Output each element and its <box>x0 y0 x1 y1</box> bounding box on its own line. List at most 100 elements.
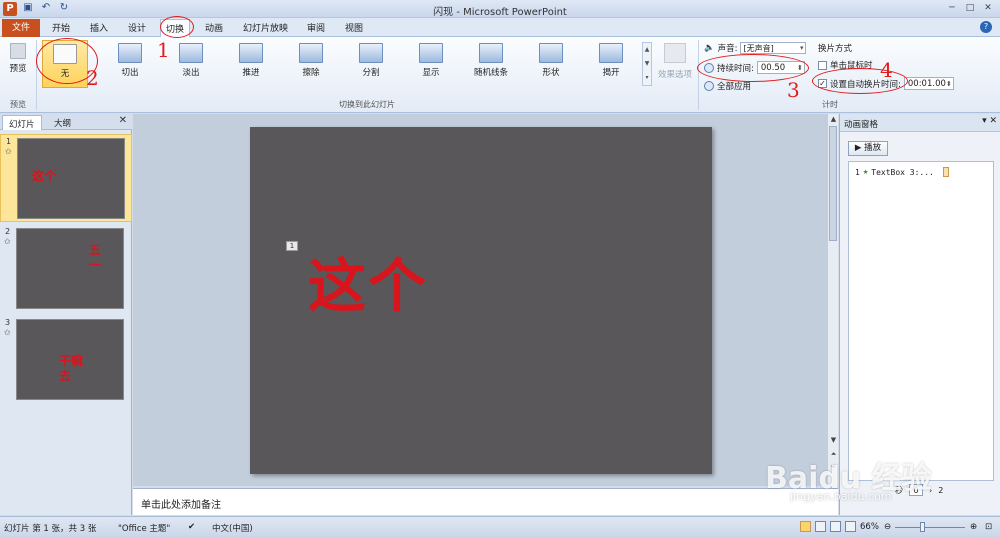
language[interactable]: 中文(中国) <box>212 522 253 534</box>
auto-after-input[interactable]: 00:01.00 <box>903 77 954 90</box>
transition-uncover-icon <box>599 43 623 63</box>
tab-design[interactable]: 设计 <box>128 21 146 34</box>
play-button[interactable]: ▶ 播放 <box>848 141 888 156</box>
zoom-out-icon[interactable]: ⊖ <box>884 522 891 532</box>
animation-list: 1 ★ TextBox 3:... <box>848 161 994 481</box>
annotation-circle-tab <box>160 16 194 38</box>
transition-split[interactable]: 分割 <box>348 40 394 88</box>
tab-view[interactable]: 视图 <box>345 21 363 34</box>
transition-star-icon: ✩ <box>5 147 12 156</box>
reading-view-icon[interactable] <box>830 521 841 532</box>
apply-all-icon <box>704 81 714 91</box>
tab-home[interactable]: 开始 <box>52 21 70 34</box>
notes-placeholder: 单击此处添加备注 <box>141 500 221 511</box>
sound-dropdown[interactable]: [无声音] <box>740 42 807 54</box>
transition-split-icon <box>359 43 383 63</box>
spellcheck-icon[interactable]: ✔ <box>188 522 195 532</box>
preview-icon <box>10 43 26 59</box>
notes-pane[interactable]: 单击此处添加备注 <box>133 488 838 515</box>
transition-star-icon: ✩ <box>4 328 11 337</box>
theme-name[interactable]: "Office 主题" <box>118 522 170 534</box>
thumbnail-image: 五一 <box>16 228 124 309</box>
normal-view-icon[interactable] <box>800 521 811 532</box>
current-slide[interactable]: 1 这个 <box>250 127 712 474</box>
window-controls: ─ □ ✕ <box>944 2 996 15</box>
annotation-number: 2 <box>86 66 99 90</box>
scroll-up-icon[interactable]: ▲ <box>828 115 839 123</box>
animation-item[interactable]: 1 ★ TextBox 3:... <box>855 167 949 177</box>
slide-count: 幻灯片 第 1 张，共 3 张 <box>4 524 97 534</box>
ribbon-separator <box>698 40 699 110</box>
sound-row: 🔈 声音: [无声音] <box>704 42 807 54</box>
help-icon[interactable]: ? <box>980 21 992 33</box>
transition-cut[interactable]: 切出 <box>107 40 153 88</box>
close-button[interactable]: ✕ <box>980 2 996 15</box>
tab-review[interactable]: 审阅 <box>307 21 325 34</box>
tab-outline[interactable]: 大纲 <box>48 115 77 130</box>
preview-button[interactable]: 预览 <box>3 40 33 88</box>
advance-header: 换片方式 <box>818 44 853 54</box>
gallery-scroll[interactable]: ▲ ▼ ▾ <box>642 42 652 86</box>
effect-options-button[interactable]: 效果选项 <box>655 40 695 90</box>
watermark-url: jingyan.baidu.com <box>790 490 892 503</box>
group-transition-label: 切换到此幻灯片 <box>339 100 395 109</box>
status-bar: 幻灯片 第 1 张，共 3 张 "Office 主题" ✔ 中文(中国) 66%… <box>0 516 1000 538</box>
pane-options-icon[interactable]: ▾ ✕ <box>982 116 997 126</box>
animation-order-tag[interactable]: 1 <box>286 241 298 251</box>
slideshow-view-icon[interactable] <box>845 521 856 532</box>
transition-star-icon: ✩ <box>4 237 11 246</box>
transition-uncover[interactable]: 揭开 <box>588 40 634 88</box>
transition-shape-icon <box>539 43 563 63</box>
on-click-checkbox[interactable] <box>818 60 827 70</box>
transition-fade[interactable]: 淡出 <box>168 40 214 88</box>
vertical-scrollbar[interactable]: ▲ ▼ ⏶ ⏷ <box>827 114 838 486</box>
zoom-slider[interactable] <box>895 527 965 528</box>
maximize-button[interactable]: □ <box>962 2 978 15</box>
slide-thumbnail-3[interactable]: 3 ✩ 干嘛去 <box>0 316 132 404</box>
slides-pane: 幻灯片 大纲 ✕ 1 ✩ 这个 2 ✩ 五一 3 ✩ 干嘛去 <box>0 114 132 515</box>
group-preview-label: 预览 <box>10 100 26 109</box>
tab-animations[interactable]: 动画 <box>205 21 223 34</box>
transition-fade-icon <box>179 43 203 63</box>
animation-pane-header: 动画窗格 ▾ ✕ <box>840 114 1000 132</box>
effect-options-icon <box>664 43 686 63</box>
ribbon-tab-row: 文件 开始 插入 设计 切换 动画 幻灯片放映 审阅 视图 ? <box>0 18 1000 37</box>
annotation-number: 4 <box>880 58 893 82</box>
transition-shape[interactable]: 形状 <box>528 40 574 88</box>
window-title: 闪现 - Microsoft PowerPoint <box>433 7 567 18</box>
tab-slideshow[interactable]: 幻灯片放映 <box>243 21 288 34</box>
zoom-in-icon[interactable]: ⊕ <box>970 522 977 532</box>
tab-file[interactable]: 文件 <box>2 19 40 37</box>
title-bar: P ▣ ↶ ↻ 闪现 - Microsoft PowerPoint ─ □ ✕ <box>0 0 1000 18</box>
slide-sorter-view-icon[interactable] <box>815 521 826 532</box>
thumbnail-image: 干嘛去 <box>16 319 124 400</box>
ribbon-separator <box>36 40 37 110</box>
timing-bar <box>942 167 949 177</box>
slide-textbox[interactable]: 这个 <box>308 239 428 323</box>
transition-push[interactable]: 推进 <box>228 40 274 88</box>
transition-push-icon <box>239 43 263 63</box>
close-icon[interactable]: ✕ <box>119 115 127 126</box>
transition-reveal[interactable]: 显示 <box>408 40 454 88</box>
zoom-level[interactable]: 66% <box>860 522 879 532</box>
group-timing-label: 计时 <box>822 100 838 109</box>
transition-cut-icon <box>118 43 142 63</box>
slide-thumbnail-1[interactable]: 1 ✩ 这个 <box>0 134 132 222</box>
zoom-slider-knob[interactable] <box>920 522 925 532</box>
scroll-thumb[interactable] <box>829 126 837 241</box>
annotation-number: 1 <box>157 38 170 62</box>
scroll-down-icon[interactable]: ▼ <box>828 436 839 444</box>
slides-pane-tabs: 幻灯片 大纲 ✕ <box>0 114 132 130</box>
annotation-circle-auto <box>812 68 908 94</box>
minimize-button[interactable]: ─ <box>944 2 960 15</box>
transition-wipe[interactable]: 擦除 <box>288 40 334 88</box>
transition-random-bars-icon <box>479 43 503 63</box>
tab-slides[interactable]: 幻灯片 <box>2 115 42 130</box>
entrance-star-icon: ★ <box>862 167 869 177</box>
tab-insert[interactable]: 插入 <box>90 21 108 34</box>
sound-icon: 🔈 <box>704 43 715 53</box>
slide-editing-area: 1 这个 <box>133 114 827 486</box>
transition-random-bars[interactable]: 随机线条 <box>468 40 514 88</box>
slide-thumbnail-2[interactable]: 2 ✩ 五一 <box>0 225 132 313</box>
fit-window-icon[interactable]: ⊡ <box>985 522 992 532</box>
